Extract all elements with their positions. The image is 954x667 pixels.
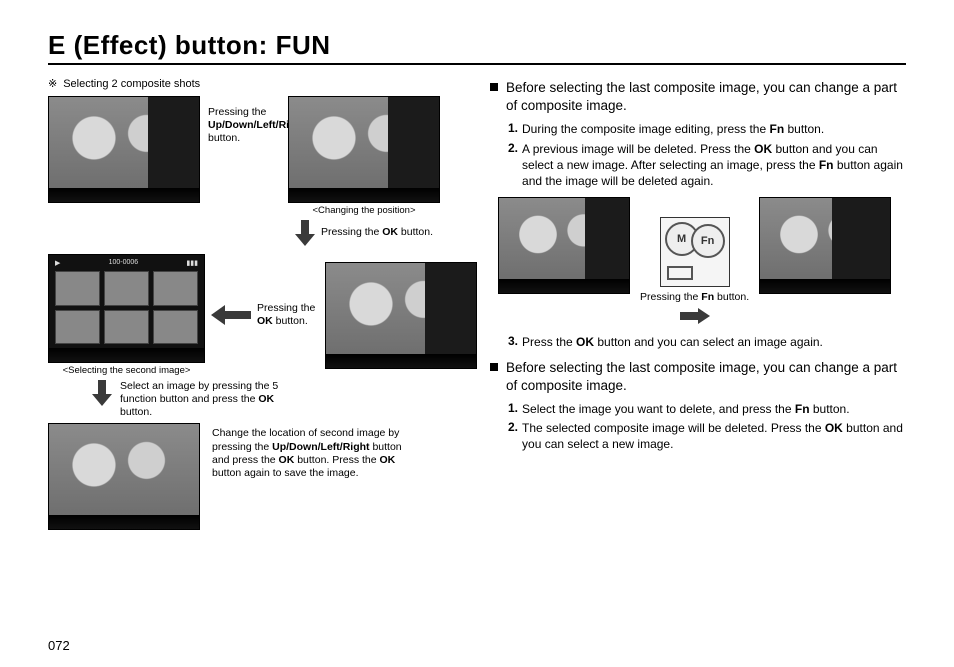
square-bullet-icon bbox=[490, 363, 498, 371]
step-1-3: 3.Press the OK button and you can select… bbox=[508, 334, 906, 350]
page-title: E (Effect) button: FUN bbox=[48, 30, 906, 61]
step-1-2: 2.A previous image will be deleted. Pres… bbox=[508, 141, 906, 190]
fn-connector: M Fn Pressing the Fn button. bbox=[640, 217, 749, 324]
image-grid-selector: ▶ 100-0006 ▮▮▮ bbox=[48, 254, 205, 363]
section-head-1-text: Before selecting the last composite imag… bbox=[506, 79, 906, 115]
title-rule bbox=[48, 63, 906, 65]
steps-list-1b: 3.Press the OK button and you can select… bbox=[508, 334, 906, 350]
composite-preview-2 bbox=[288, 96, 440, 203]
button-bar-icon bbox=[667, 266, 693, 280]
image-counter: 100-0006 bbox=[107, 259, 141, 266]
press-udlr-note: Pressing the Up/Down/Left/Right button. bbox=[200, 96, 288, 145]
right-column: Before selecting the last composite imag… bbox=[490, 73, 906, 530]
press-fn-note: Pressing the Fn button. bbox=[640, 291, 749, 304]
composite-preview-1 bbox=[48, 96, 200, 203]
down-arrow-group-2: Select an image by pressing the 5 functi… bbox=[92, 380, 458, 419]
step-2-1: 1.Select the image you want to delete, a… bbox=[508, 401, 906, 417]
camera-buttons-diagram: M Fn bbox=[660, 217, 730, 287]
section-head-2-text: Before selecting the last composite imag… bbox=[506, 359, 906, 395]
section-head-1: Before selecting the last composite imag… bbox=[490, 79, 906, 115]
left-column: ※ Selecting 2 composite shots Pressing th… bbox=[48, 73, 458, 530]
grid-selector-block: ▶ 100-0006 ▮▮▮ <Selecting the second ima… bbox=[48, 254, 205, 376]
square-bullet-icon bbox=[490, 83, 498, 91]
thumb-with-ok-note: Pressing the OK button. bbox=[257, 262, 477, 369]
steps-list-2: 1.Select the image you want to delete, a… bbox=[508, 401, 906, 453]
fn-button-icon: Fn bbox=[691, 224, 725, 258]
arrow-down-icon bbox=[295, 220, 315, 246]
select-5-note: Select an image by pressing the 5 functi… bbox=[120, 380, 300, 419]
arrow-left-icon bbox=[211, 305, 251, 325]
select-second-caption: <Selecting the second image> bbox=[63, 365, 191, 376]
steps-list-1: 1.During the composite image editing, pr… bbox=[508, 121, 906, 189]
press-ok-note-1: Pressing the OK button. bbox=[321, 226, 433, 239]
composite-preview-3 bbox=[325, 262, 477, 369]
flow-row-2: ▶ 100-0006 ▮▮▮ <Selecting the second ima… bbox=[48, 254, 458, 376]
asterisk-icon: ※ bbox=[48, 78, 57, 90]
composite-preview-final bbox=[48, 423, 200, 530]
down-arrow-group-1: Pressing the OK button. bbox=[295, 220, 433, 246]
step-2-2: 2.The selected composite image will be d… bbox=[508, 420, 906, 452]
arrow-down-icon bbox=[92, 380, 112, 406]
page-number: 072 bbox=[48, 638, 70, 653]
play-icon: ▶ bbox=[53, 259, 62, 267]
manual-page: E (Effect) button: FUN ※ Selecting 2 comp… bbox=[0, 0, 954, 667]
image-grid bbox=[55, 271, 198, 344]
subheading-text: Selecting 2 composite shots bbox=[63, 78, 200, 90]
left-arrow-group bbox=[211, 305, 251, 325]
thumb-left-1 bbox=[48, 96, 200, 203]
change-location-note: Change the location of second image by p… bbox=[212, 423, 412, 480]
arrow-right-icon bbox=[680, 308, 710, 324]
fn-illustration-row: M Fn Pressing the Fn button. bbox=[498, 197, 906, 324]
press-ok-note-2: Pressing the OK button. bbox=[257, 302, 317, 328]
subheading: ※ Selecting 2 composite shots bbox=[48, 77, 458, 90]
thumb-right-1: <Changing the position> Pressing the OK … bbox=[288, 96, 440, 246]
battery-icon: ▮▮▮ bbox=[184, 259, 200, 267]
changing-position-caption: <Changing the position> bbox=[313, 205, 416, 216]
flow-row-3: Change the location of second image by p… bbox=[48, 423, 458, 530]
composite-preview-r2 bbox=[759, 197, 891, 294]
composite-preview-r1 bbox=[498, 197, 630, 294]
step-1-1: 1.During the composite image editing, pr… bbox=[508, 121, 906, 137]
section-head-2: Before selecting the last composite imag… bbox=[490, 359, 906, 395]
flow-row-1: Pressing the Up/Down/Left/Right button. … bbox=[48, 96, 458, 246]
